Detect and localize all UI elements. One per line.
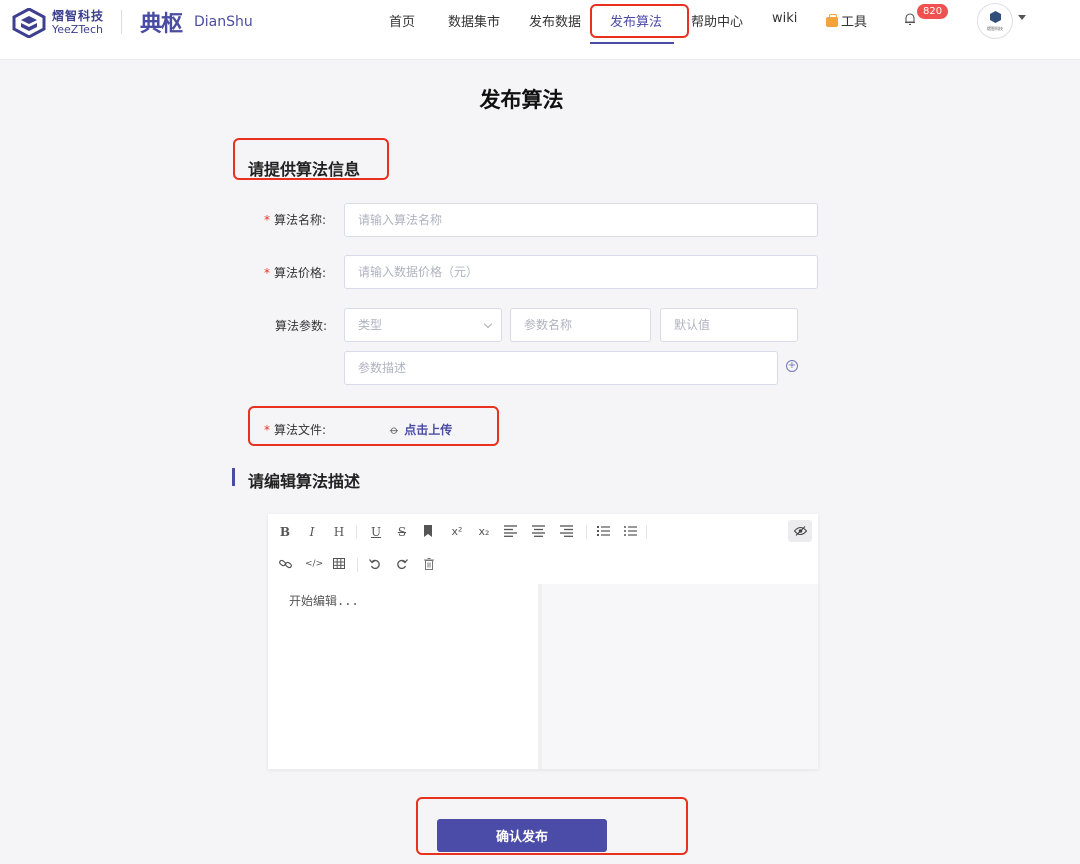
superscript-icon[interactable]: x² — [449, 524, 465, 540]
nav-tools-label: 工具 — [841, 15, 868, 30]
editor-input-area[interactable]: 开始编辑... — [268, 584, 538, 769]
toolbar-separator — [586, 525, 587, 539]
required-mark: * — [264, 423, 270, 437]
nav-data-market[interactable]: 数据集市 — [448, 11, 500, 30]
subscript-icon[interactable]: x₂ — [476, 524, 492, 540]
yeeztech-logo-icon — [12, 7, 46, 39]
add-param-plus-icon[interactable]: + — [786, 360, 798, 372]
algorithm-file-label: * 算法文件: — [264, 423, 327, 437]
chevron-down-icon — [483, 319, 493, 329]
required-mark: * — [264, 213, 270, 227]
markdown-editor: B I H U S x² x₂ </> 开始编辑... — [268, 514, 818, 769]
toolbar-separator — [356, 525, 357, 539]
nav-tools[interactable]: 工具 — [826, 11, 867, 30]
bell-icon[interactable] — [903, 12, 917, 26]
highlight-nav-publish-algorithm — [590, 4, 689, 38]
align-center-icon[interactable] — [532, 525, 545, 537]
param-type-select[interactable]: 类型 — [344, 308, 502, 342]
algorithm-params-label: 算法参数: — [275, 319, 328, 333]
avatar-logo-icon — [990, 11, 1001, 23]
param-default-input[interactable] — [660, 308, 798, 342]
table-icon[interactable] — [333, 558, 345, 569]
yeeztech-logo-cn: 熠智科技 — [52, 9, 105, 24]
align-left-icon[interactable] — [504, 525, 517, 537]
heading-icon[interactable]: H — [331, 524, 347, 540]
toolbar-separator — [357, 558, 358, 572]
algorithm-name-input[interactable] — [344, 203, 818, 237]
algorithm-name-label: * 算法名称: — [264, 213, 327, 227]
underline-icon[interactable]: U — [368, 524, 384, 540]
bold-icon[interactable]: B — [277, 524, 293, 540]
algorithm-price-input[interactable] — [344, 255, 818, 289]
upload-file-label: 点击上传 — [404, 423, 453, 437]
trash-icon[interactable] — [424, 558, 434, 570]
upload-file-button[interactable]: ⌀ 点击上传 — [387, 421, 453, 438]
yeeztech-logo-en: YeeZTech — [52, 22, 103, 36]
toolbox-icon — [826, 14, 838, 27]
italic-icon[interactable]: I — [304, 524, 320, 540]
editor-placeholder: 开始编辑... — [289, 594, 359, 608]
editor-preview-area — [542, 584, 818, 769]
align-right-icon[interactable] — [560, 525, 573, 537]
user-menu-chevron-down-icon[interactable] — [1018, 15, 1026, 20]
dianshu-logo[interactable]: 典枢 DianShu — [140, 6, 253, 38]
undo-icon[interactable] — [369, 558, 381, 570]
page-title: 发布算法 — [479, 88, 564, 112]
redo-icon[interactable] — [396, 558, 408, 570]
toolbar-separator — [646, 525, 647, 539]
notification-badge: 820 — [917, 4, 949, 19]
nav-home[interactable]: 首页 — [389, 11, 415, 30]
toggle-preview-eye-icon[interactable] — [788, 520, 812, 542]
top-header: 熠智科技 YeeZTech 典枢 DianShu 首页 数据集市 发布数据 发布… — [0, 0, 1080, 60]
unordered-list-icon[interactable] — [624, 525, 637, 537]
user-avatar[interactable]: 熠智科技 — [977, 3, 1013, 39]
ordered-list-icon[interactable] — [597, 525, 610, 537]
algorithm-price-label: * 算法价格: — [264, 266, 327, 280]
confirm-publish-button[interactable]: 确认发布 — [437, 819, 607, 852]
link-icon[interactable] — [279, 558, 292, 570]
param-name-input[interactable] — [510, 308, 651, 342]
nav-help-center[interactable]: 帮助中心 — [691, 11, 743, 30]
section-title-algorithm-description: 请编辑算法描述 — [248, 472, 361, 491]
nav-publish-data[interactable]: 发布数据 — [529, 11, 581, 30]
strikethrough-icon[interactable]: S — [394, 524, 410, 540]
section-accent-bar — [232, 468, 235, 486]
param-type-placeholder: 类型 — [358, 318, 383, 332]
dianshu-logo-cn: 典枢 — [140, 12, 183, 37]
code-icon[interactable]: </> — [305, 556, 323, 572]
yeeztech-logo[interactable]: 熠智科技 YeeZTech — [12, 7, 105, 39]
bookmark-icon[interactable] — [423, 525, 433, 538]
param-description-input[interactable] — [344, 351, 778, 385]
required-mark: * — [264, 266, 270, 280]
avatar-label: 熠智科技 — [987, 26, 1003, 31]
active-nav-underline — [590, 42, 674, 44]
logo-divider — [121, 10, 122, 34]
nav-wiki[interactable]: wiki — [772, 11, 797, 26]
section-title-algorithm-info: 请提供算法信息 — [248, 160, 361, 179]
dianshu-logo-en: DianShu — [194, 14, 253, 30]
